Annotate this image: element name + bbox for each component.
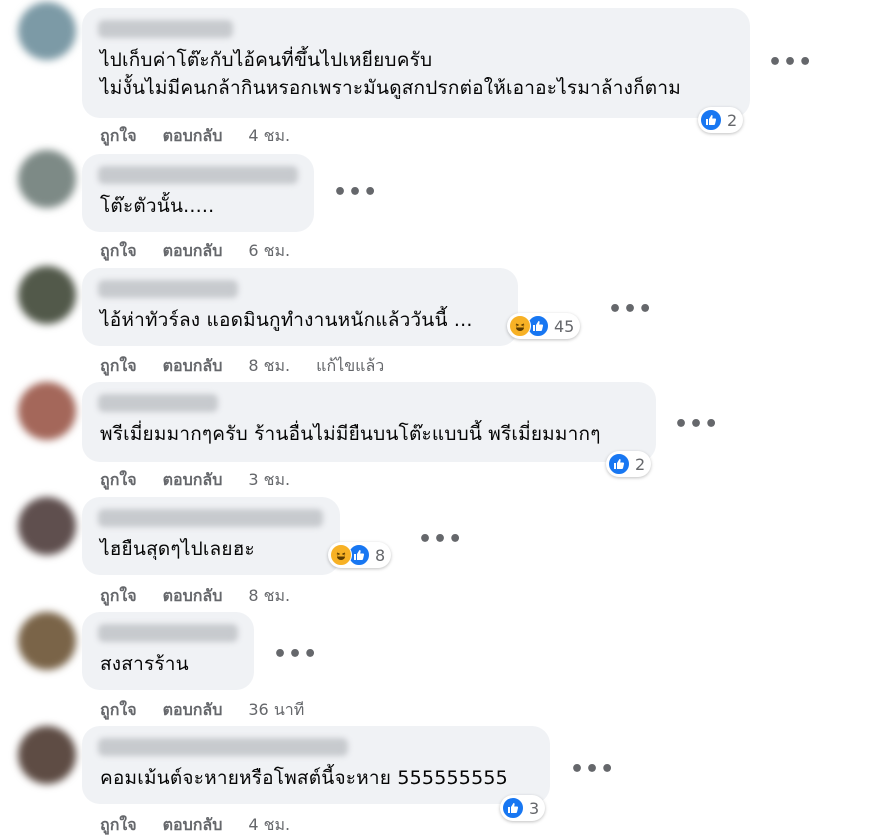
- reaction-summary[interactable]: 8: [328, 542, 392, 568]
- comment-text-line: ไอ้ห่าทัวร์ลง แอดมินกูทำงานหนักแล้ววันนี…: [100, 309, 473, 331]
- avatar[interactable]: [18, 2, 76, 60]
- reply-button[interactable]: ตอบกลับ: [163, 468, 223, 493]
- reply-button[interactable]: ตอบกลับ: [163, 124, 223, 149]
- comment-text-line: โต๊ะตัวนั้น.....: [100, 195, 215, 217]
- author-name[interactable]: [98, 509, 323, 527]
- more-options-icon[interactable]: •••: [418, 529, 463, 551]
- edited-label[interactable]: แก้ไขแล้ว: [316, 354, 384, 379]
- like-button[interactable]: ถูกใจ: [100, 124, 137, 149]
- like-icon: [700, 109, 722, 131]
- reaction-summary[interactable]: 45: [507, 313, 581, 339]
- comment-text-line: ไม่งั้นไม่มีคนกล้ากินหรอกเพราะมันดูสกปรก…: [100, 77, 681, 99]
- comment-actions: ถูกใจ ตอบกลับ 36 นาที: [100, 698, 330, 723]
- comment-bubble: ไอ้ห่าทัวร์ลง แอดมินกูทำงานหนักแล้ววันนี…: [82, 268, 518, 346]
- comment-bubble: ไปเก็บค่าโต๊ะกับไอ้คนที่ขึ้นไปเหยียบครับ…: [82, 8, 750, 118]
- reaction-summary[interactable]: 2: [698, 107, 744, 133]
- more-options-icon[interactable]: •••: [608, 299, 653, 321]
- like-icon: [502, 797, 524, 819]
- reply-button[interactable]: ตอบกลับ: [163, 354, 223, 379]
- avatar[interactable]: [18, 497, 76, 555]
- comment-actions: ถูกใจ ตอบกลับ 8 ชม. แก้ไขแล้ว: [100, 354, 410, 379]
- haha-icon: [330, 544, 352, 566]
- comment-actions: ถูกใจ ตอบกลับ 4 ชม.: [100, 124, 316, 149]
- avatar[interactable]: [18, 382, 76, 440]
- comment-actions: ถูกใจ ตอบกลับ 6 ชม.: [100, 239, 316, 264]
- avatar[interactable]: [18, 266, 76, 324]
- more-options-icon[interactable]: •••: [768, 52, 813, 74]
- reply-button[interactable]: ตอบกลับ: [163, 239, 223, 264]
- avatar[interactable]: [18, 726, 76, 784]
- comment-text-line: คอมเม้นต์จะหายหรือโพสต์นี้จะหาย 55555555…: [100, 767, 508, 789]
- author-name[interactable]: [98, 280, 238, 298]
- reaction-summary[interactable]: 3: [500, 795, 546, 821]
- comment-text-line: ไฮยืนสุดๆไปเลยฮะ: [100, 538, 255, 560]
- like-icon: [608, 453, 630, 475]
- avatar[interactable]: [18, 150, 76, 208]
- reply-button[interactable]: ตอบกลับ: [163, 813, 223, 838]
- comment-bubble: สงสารร้าน: [82, 612, 254, 690]
- author-name[interactable]: [98, 20, 233, 38]
- like-button[interactable]: ถูกใจ: [100, 813, 137, 838]
- timestamp[interactable]: 3 ชม.: [248, 468, 290, 493]
- reaction-count: 45: [554, 316, 575, 336]
- reaction-summary[interactable]: 2: [606, 451, 652, 477]
- reaction-count: 8: [375, 545, 386, 565]
- like-button[interactable]: ถูกใจ: [100, 468, 137, 493]
- timestamp[interactable]: 4 ชม.: [248, 124, 290, 149]
- avatar[interactable]: [18, 612, 76, 670]
- comment-bubble: โต๊ะตัวนั้น.....: [82, 154, 314, 232]
- timestamp[interactable]: 6 ชม.: [248, 239, 290, 264]
- haha-icon: [509, 315, 531, 337]
- reply-button[interactable]: ตอบกลับ: [163, 584, 223, 609]
- more-options-icon[interactable]: •••: [570, 759, 615, 781]
- timestamp[interactable]: 4 ชม.: [248, 813, 290, 838]
- reaction-count: 2: [727, 110, 738, 130]
- comment-bubble: ไฮยืนสุดๆไปเลยฮะ: [82, 497, 340, 575]
- timestamp[interactable]: 8 ชม.: [248, 354, 290, 379]
- author-name[interactable]: [98, 166, 298, 184]
- comment-actions: ถูกใจ ตอบกลับ 4 ชม.: [100, 813, 316, 838]
- author-name[interactable]: [98, 394, 218, 412]
- comment-bubble: พรีเมี่ยมมากๆครับ ร้านอื่นไม่มียืนบนโต๊ะ…: [82, 382, 656, 462]
- reaction-count: 3: [529, 798, 540, 818]
- reaction-count: 2: [635, 454, 646, 474]
- timestamp[interactable]: 8 ชม.: [248, 584, 290, 609]
- like-button[interactable]: ถูกใจ: [100, 698, 137, 723]
- more-options-icon[interactable]: •••: [333, 182, 378, 204]
- comment-actions: ถูกใจ ตอบกลับ 8 ชม.: [100, 584, 316, 609]
- comment-actions: ถูกใจ ตอบกลับ 3 ชม.: [100, 468, 316, 493]
- comment-text-line: พรีเมี่ยมมากๆครับ ร้านอื่นไม่มียืนบนโต๊ะ…: [100, 423, 601, 445]
- reply-button[interactable]: ตอบกลับ: [163, 698, 223, 723]
- comment-bubble: คอมเม้นต์จะหายหรือโพสต์นี้จะหาย 55555555…: [82, 726, 550, 804]
- like-button[interactable]: ถูกใจ: [100, 584, 137, 609]
- author-name[interactable]: [98, 624, 238, 642]
- comment-text-line: สงสารร้าน: [100, 653, 189, 675]
- comment-text-line: ไปเก็บค่าโต๊ะกับไอ้คนที่ขึ้นไปเหยียบครับ: [100, 49, 433, 71]
- author-name[interactable]: [98, 738, 348, 756]
- like-button[interactable]: ถูกใจ: [100, 239, 137, 264]
- like-button[interactable]: ถูกใจ: [100, 354, 137, 379]
- more-options-icon[interactable]: •••: [674, 414, 719, 436]
- timestamp[interactable]: 36 นาที: [248, 698, 304, 723]
- more-options-icon[interactable]: •••: [273, 644, 318, 666]
